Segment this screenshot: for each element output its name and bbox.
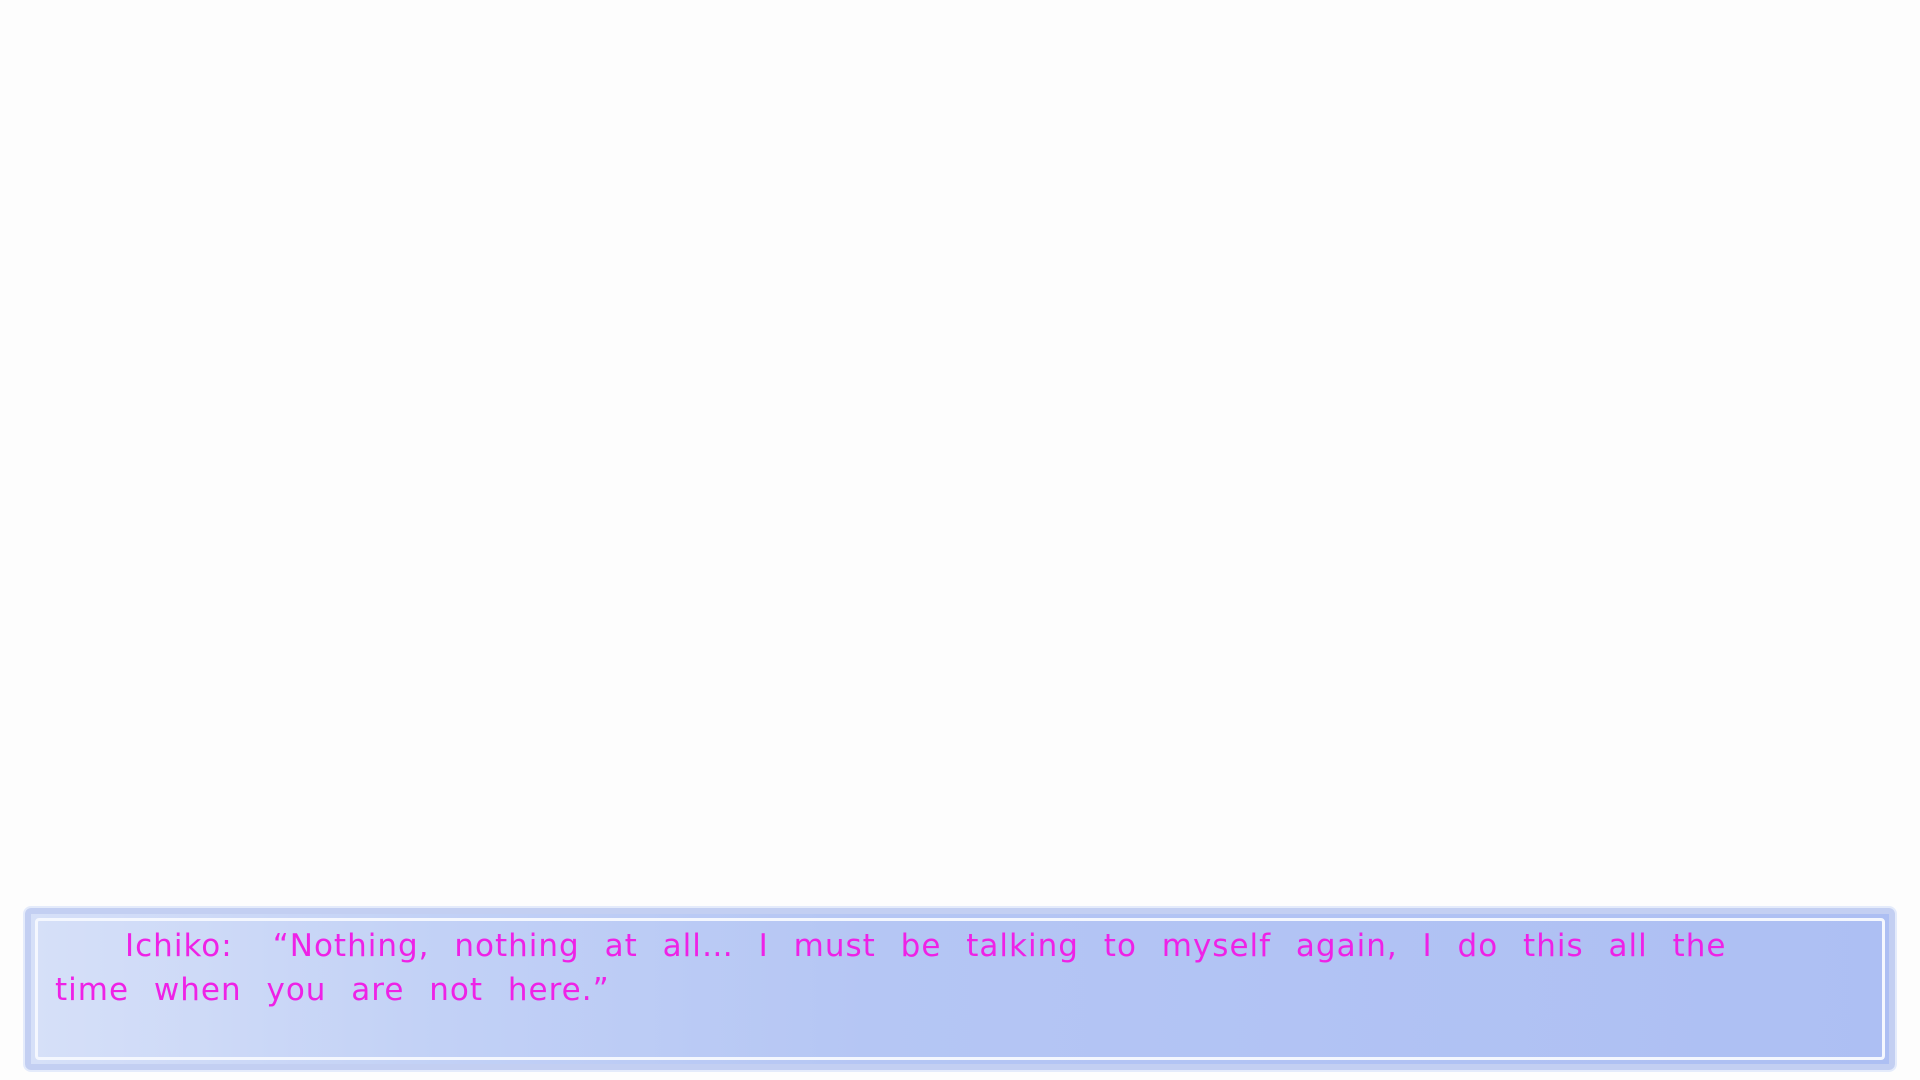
game-scene[interactable]: Ichiko: “Nothing, nothing at all… I must …: [0, 0, 1920, 1080]
dialogue-box[interactable]: Ichiko: “Nothing, nothing at all… I must …: [25, 908, 1895, 1070]
speaker-name: Ichiko:: [125, 928, 233, 964]
dialogue-text: Ichiko: “Nothing, nothing at all… I must …: [55, 924, 1815, 1012]
dialogue-line: “Nothing, nothing at all… I must be talk…: [55, 928, 1727, 1008]
